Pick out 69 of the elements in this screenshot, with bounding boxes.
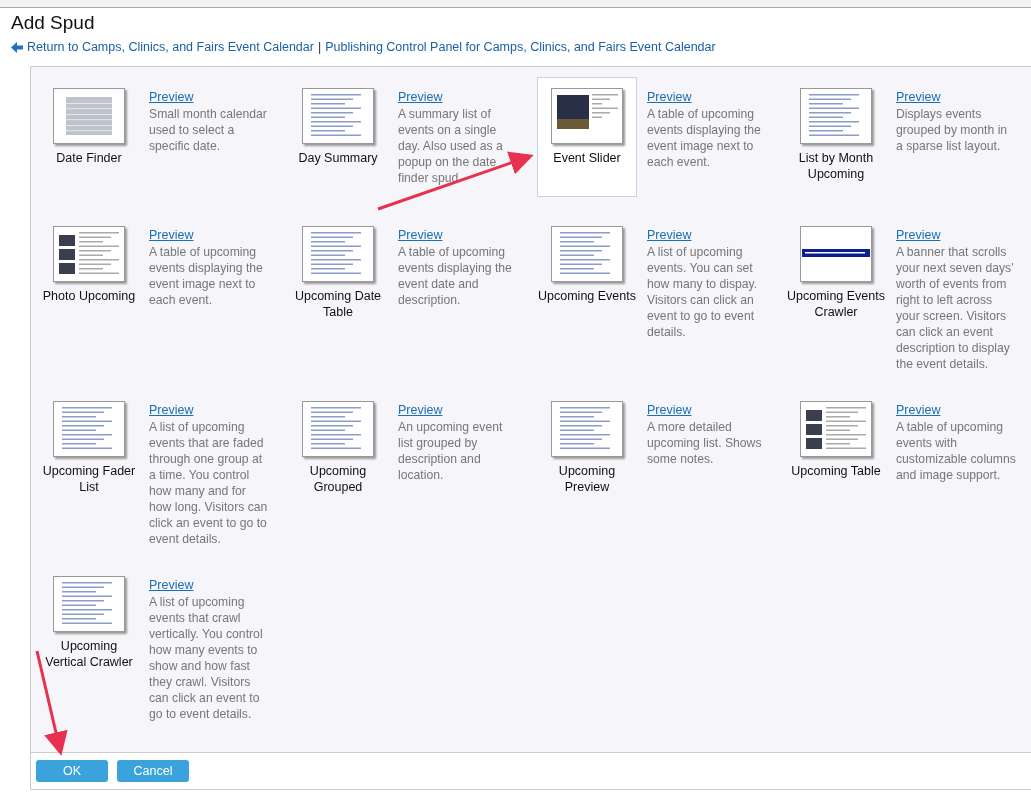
spud-tile[interactable]: Upcoming Grouped — [288, 390, 388, 510]
preview-link[interactable]: Preview — [896, 228, 941, 242]
preview-link[interactable]: Preview — [647, 90, 692, 104]
spud-description: A table of upcoming events displaying the event date and description. — [398, 244, 513, 308]
spud-label: Upcoming Table — [791, 463, 881, 479]
preview-link[interactable]: Preview — [896, 90, 941, 104]
preview-link[interactable]: Preview — [149, 90, 194, 104]
spud-label: Day Summary — [298, 150, 378, 166]
preview-link[interactable]: Preview — [398, 90, 443, 104]
preview-link[interactable]: Preview — [398, 403, 443, 417]
spud-tile[interactable]: Upcoming Vertical Crawler — [39, 565, 139, 685]
spud-description: A list of upcoming events. You can set how many to dispay. Visitors can click an event to go to event details. — [647, 244, 759, 340]
thumbnail-drawing — [53, 226, 125, 282]
spud-tile[interactable]: Upcoming Events Crawler — [786, 215, 886, 335]
spud-label: Upcoming Fader List — [41, 463, 137, 495]
spud-label: Event Slider — [553, 150, 621, 166]
spud-description: Displays events grouped by month in a sparse list layout. — [896, 106, 1009, 154]
thumbnail-drawing — [551, 88, 623, 144]
thumbnail-drawing — [302, 401, 374, 457]
spud-label: Upcoming Date Table — [293, 288, 383, 320]
spud-label: Upcoming Grouped — [308, 463, 368, 495]
spud-tile[interactable]: Day Summary — [288, 77, 388, 197]
separator: | — [317, 40, 322, 54]
spud-label: Upcoming Events Crawler — [787, 288, 885, 320]
spud-tile[interactable]: Event Slider — [537, 77, 637, 197]
spud-description: A list of upcoming events that crawl vertically. You control how many events to show and how fast they crawl. Visitors can click an event to go to event details. — [149, 594, 264, 722]
spud-label: List by Month Upcoming — [797, 150, 875, 182]
spud-description: A table of upcoming events displaying the event image next to each event. — [647, 106, 762, 170]
spud-tile[interactable]: Upcoming Date Table — [288, 215, 388, 335]
thumbnail-drawing — [302, 226, 374, 282]
spud-description: A more detailed upcoming list. Shows some notes. — [647, 419, 763, 467]
spud-tile[interactable]: Upcoming Preview — [537, 390, 637, 510]
spud-description: A table of upcoming events displaying the event image next to each event. — [149, 244, 264, 308]
spud-label: Photo Upcoming — [42, 288, 136, 304]
thumbnail-drawing — [53, 576, 125, 632]
thumbnail-drawing — [53, 88, 125, 144]
spud-description: A banner that scrolls your next seven days' worth of events from right to left across your screen. Visitors can click an event description to display the event details. — [896, 244, 1015, 372]
spud-description: A table of upcoming events with customizable columns and image support. — [896, 419, 1016, 483]
spud-label: Upcoming Events — [538, 288, 636, 304]
spud-tile[interactable]: Upcoming Fader List — [39, 390, 139, 510]
preview-link[interactable]: Preview — [896, 403, 941, 417]
breadcrumb-link[interactable]: Publishing Control Panel for Camps, Clinics, and Fairs Event Calendar — [325, 40, 716, 54]
spud-tile[interactable]: Upcoming Table — [786, 390, 886, 510]
thumbnail-drawing — [551, 401, 623, 457]
preview-link[interactable]: Preview — [398, 228, 443, 242]
page-title: Add Spud — [11, 12, 95, 34]
spud-label: Upcoming Preview — [557, 463, 617, 495]
thumbnail-drawing — [800, 226, 872, 282]
spud-tile[interactable]: Date Finder — [39, 77, 139, 197]
preview-link[interactable]: Preview — [149, 403, 194, 417]
spud-label: Date Finder — [56, 150, 122, 166]
spud-label: Upcoming Vertical Crawler — [44, 638, 134, 670]
spud-description: An upcoming event list grouped by description and location. — [398, 419, 504, 483]
spud-tile[interactable]: List by Month Upcoming — [786, 77, 886, 197]
thumbnail-drawing — [800, 401, 872, 457]
thumbnail-drawing — [551, 226, 623, 282]
preview-link[interactable]: Preview — [647, 228, 692, 242]
thumbnail-drawing — [53, 401, 125, 457]
preview-link[interactable]: Preview — [149, 228, 194, 242]
preview-link[interactable]: Preview — [149, 578, 194, 592]
back-arrow-icon[interactable] — [11, 41, 23, 53]
spud-description: A list of upcoming events that are faded through one group at a time. You control how many and for how long. Visitors can click an event to go to event details. — [149, 419, 269, 547]
spud-tile[interactable]: Upcoming Events — [537, 215, 637, 335]
preview-link[interactable]: Preview — [647, 403, 692, 417]
spud-description: Small month calendar used to select a specific date. — [149, 106, 268, 154]
breadcrumb-link[interactable]: Return to Camps, Clinics, and Fairs Event Calendar — [27, 40, 314, 54]
thumbnail-drawing — [302, 88, 374, 144]
spud-tile[interactable]: Photo Upcoming — [39, 215, 139, 335]
thumbnail-drawing — [800, 88, 872, 144]
